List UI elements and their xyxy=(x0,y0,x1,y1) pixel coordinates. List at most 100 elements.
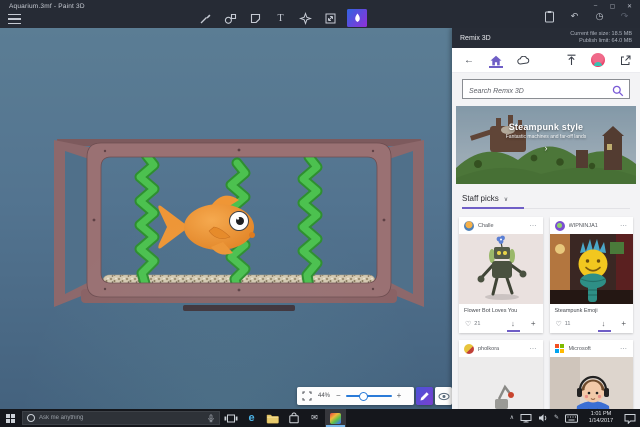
effects-tool-button[interactable] xyxy=(297,10,314,27)
current-file-size: Current file size: 18.5 MB xyxy=(570,31,632,38)
zoom-slider[interactable] xyxy=(345,391,392,401)
canvas-3d-viewport[interactable]: 44% − + xyxy=(0,28,452,409)
seaweed-right[interactable] xyxy=(297,151,323,293)
pen-icon[interactable]: ✎ xyxy=(554,415,559,421)
steampunk-emoji-art xyxy=(549,234,633,304)
taskbar-search-input[interactable] xyxy=(39,415,203,421)
more-options-icon[interactable]: ⋯ xyxy=(620,222,628,230)
paint3d-window: Aquarium.3mf - Paint 3D – ▢ ✕ T ↶ ◷ ↷ 44… xyxy=(0,0,640,427)
tray-chevron-up-icon[interactable]: ∧ xyxy=(510,415,514,421)
action-center-icon[interactable] xyxy=(624,413,636,424)
more-options-icon[interactable]: ⋯ xyxy=(530,222,538,230)
edge-icon: e xyxy=(248,411,255,424)
remix-panel-header: Remix 3D Current file size: 18.5 MB Publ… xyxy=(452,28,640,48)
text-tool-button[interactable]: T xyxy=(272,10,289,27)
creator-avatar[interactable] xyxy=(554,343,565,354)
open-external-icon[interactable] xyxy=(618,52,632,68)
fit-to-view-icon[interactable] xyxy=(302,391,312,401)
network-icon[interactable] xyxy=(520,413,532,423)
zoom-slider-track xyxy=(345,395,392,397)
touch-keyboard-icon[interactable] xyxy=(565,413,578,423)
model-card-steampunk-emoji[interactable]: WIPNINJA1 ⋯ Steampunk Emoji ♡ 11 ↓ + xyxy=(549,217,634,333)
pholkora-art xyxy=(459,357,543,409)
flower-bot-art xyxy=(459,234,543,304)
add-to-scene-icon[interactable]: + xyxy=(621,319,626,328)
file-info: Current file size: 18.5 MB Publish limit… xyxy=(570,31,632,45)
file-explorer-button[interactable] xyxy=(262,409,283,427)
staff-picks-header[interactable]: Staff picks ∨ xyxy=(462,194,630,209)
featured-banner[interactable]: Steampunk style Fantastic machines and f… xyxy=(456,106,636,184)
creator-avatar[interactable] xyxy=(464,343,474,354)
creator-name: Microsoft xyxy=(568,345,591,352)
add-to-scene-icon[interactable]: + xyxy=(531,319,536,328)
model-card-pholkora[interactable]: pholkora ⋯ xyxy=(459,340,543,409)
3d-shapes-icon xyxy=(224,13,237,24)
card-footer: ♡ 11 ↓ + xyxy=(550,315,634,332)
like-heart-icon[interactable]: ♡ xyxy=(556,320,562,328)
zoom-in-button[interactable]: + xyxy=(397,392,402,400)
3d-shapes-tool-button[interactable] xyxy=(222,10,239,27)
store-button[interactable] xyxy=(283,409,304,427)
model-thumbnail[interactable] xyxy=(459,234,543,304)
download-icon[interactable]: ↓ xyxy=(507,319,520,332)
paint-3d-taskbar-button[interactable] xyxy=(325,409,346,427)
brushes-tool-button[interactable] xyxy=(197,10,214,27)
search-input[interactable] xyxy=(463,82,629,101)
creator-avatar[interactable] xyxy=(554,220,565,231)
creator-name: WIPNINJA1 xyxy=(568,222,598,229)
model-thumbnail[interactable] xyxy=(549,357,633,409)
model-card-microsoft[interactable]: Microsoft ⋯ xyxy=(549,340,633,409)
start-button[interactable] xyxy=(0,409,21,427)
remix-3d-panel: Remix 3D Current file size: 18.5 MB Publ… xyxy=(452,28,640,409)
view-mode-button[interactable] xyxy=(435,387,452,405)
home-icon xyxy=(490,55,502,65)
download-icon[interactable]: ↓ xyxy=(597,319,611,332)
seaweed-left[interactable] xyxy=(134,149,160,293)
search-icon[interactable] xyxy=(612,84,624,102)
upload-icon[interactable] xyxy=(564,52,578,68)
creator-avatar[interactable] xyxy=(464,220,474,231)
like-heart-icon[interactable]: ♡ xyxy=(465,320,471,328)
stickers-icon xyxy=(250,13,261,23)
system-tray: ∧ ✎ 1:01 PM 1/14/2017 xyxy=(510,411,640,425)
edge-button[interactable]: e xyxy=(241,409,262,427)
paste-icon[interactable] xyxy=(543,10,556,23)
undo-icon[interactable]: ↶ xyxy=(568,10,581,23)
canvas-tool-button[interactable] xyxy=(322,10,339,27)
volume-icon[interactable] xyxy=(538,413,548,423)
redo-icon[interactable]: ↷ xyxy=(618,10,631,23)
zoom-toolbar: 44% − + xyxy=(297,387,414,405)
taskbar-clock[interactable]: 1:01 PM 1/14/2017 xyxy=(584,411,618,425)
aquarium-scene[interactable] xyxy=(53,138,425,320)
cortana-search-box[interactable] xyxy=(22,411,220,425)
remix-3d-tool-button[interactable] xyxy=(347,9,367,27)
more-options-icon[interactable]: ⋯ xyxy=(530,345,538,353)
eye-icon xyxy=(438,392,449,400)
task-view-button[interactable] xyxy=(220,409,241,427)
microphone-icon[interactable] xyxy=(207,413,215,424)
banner-chevron-icon[interactable]: › xyxy=(456,144,636,153)
like-count: 11 xyxy=(564,320,571,327)
model-thumbnail[interactable] xyxy=(549,234,633,304)
edit-mode-button[interactable] xyxy=(416,387,433,405)
user-avatar[interactable] xyxy=(591,53,605,67)
zoom-out-button[interactable]: − xyxy=(336,392,341,400)
menu-button[interactable] xyxy=(8,14,21,24)
banner-subtitle: Fantastic machines and far-off lands xyxy=(505,134,587,140)
chevron-down-icon[interactable]: ∨ xyxy=(504,195,508,203)
community-cloud-icon xyxy=(516,55,529,65)
mail-button[interactable]: ✉ xyxy=(304,409,325,427)
history-icon[interactable]: ◷ xyxy=(593,10,606,23)
title-bar: Aquarium.3mf - Paint 3D – ▢ ✕ T ↶ ◷ ↷ xyxy=(0,0,640,28)
back-icon[interactable]: ← xyxy=(462,52,476,68)
staff-picks-grid: Challe ⋯ Flower Bot Loves You ♡ 21 ↓ + W… xyxy=(459,217,633,409)
stickers-tool-button[interactable] xyxy=(247,10,264,27)
model-card-flower-bot[interactable]: Challe ⋯ Flower Bot Loves You ♡ 21 ↓ + xyxy=(459,217,543,333)
card-footer: ♡ 21 ↓ + xyxy=(459,315,543,332)
home-tab[interactable] xyxy=(489,52,503,68)
community-tab[interactable] xyxy=(516,52,530,68)
more-options-icon[interactable]: ⋯ xyxy=(620,345,628,353)
zoom-slider-handle[interactable] xyxy=(358,391,368,401)
remix-3d-icon xyxy=(354,13,360,22)
model-thumbnail[interactable] xyxy=(459,357,543,409)
